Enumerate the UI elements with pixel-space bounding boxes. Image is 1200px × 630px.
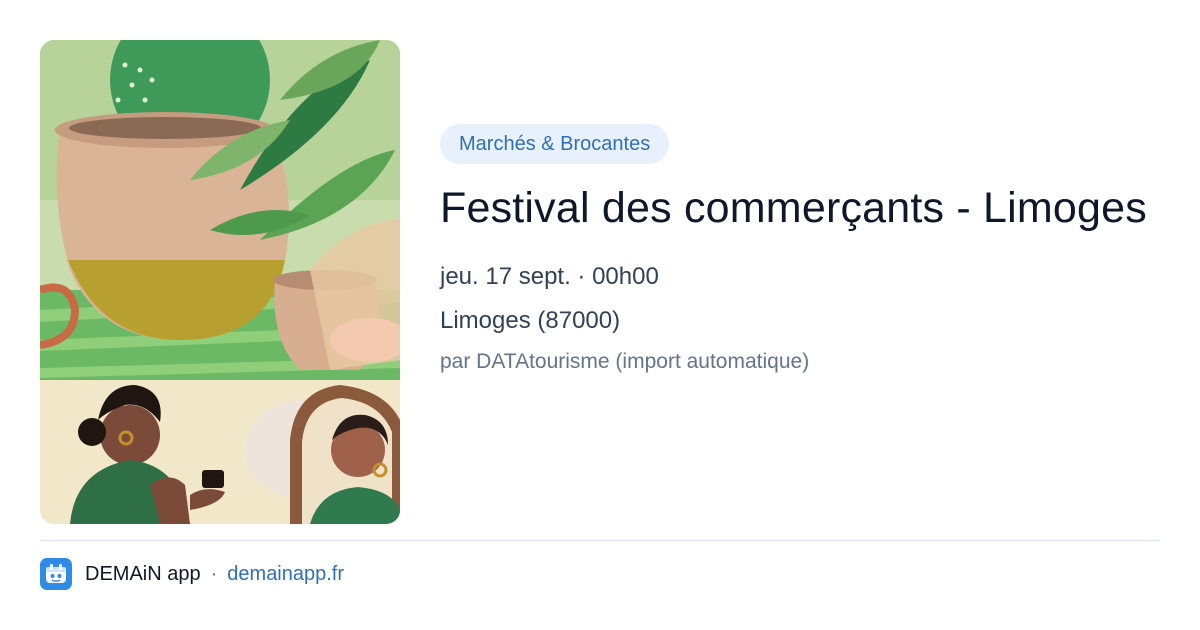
category-badge[interactable]: Marchés & Brocantes [440, 124, 670, 164]
market-scene-illustration [40, 40, 400, 524]
event-source: par DATAtourisme (import automatique) [440, 350, 810, 373]
event-illustration[interactable] [40, 40, 400, 524]
app-domain-link[interactable]: demainapp.fr [227, 563, 344, 586]
event-date: jeu. 17 sept. · 00h00 [440, 263, 659, 290]
separator: · [210, 562, 218, 585]
event-location: Limoges (87000) [440, 307, 621, 334]
footer: DEMAiN app · demainapp.fr [40, 558, 344, 590]
divider [40, 540, 1160, 541]
app-name: DEMAiN app [85, 562, 201, 585]
event-info: Marchés & Brocantes Festival des commerç… [440, 124, 1160, 376]
app-logo-icon[interactable] [40, 558, 72, 590]
event-title[interactable]: Festival des commerçants - Limoges [440, 182, 1160, 235]
